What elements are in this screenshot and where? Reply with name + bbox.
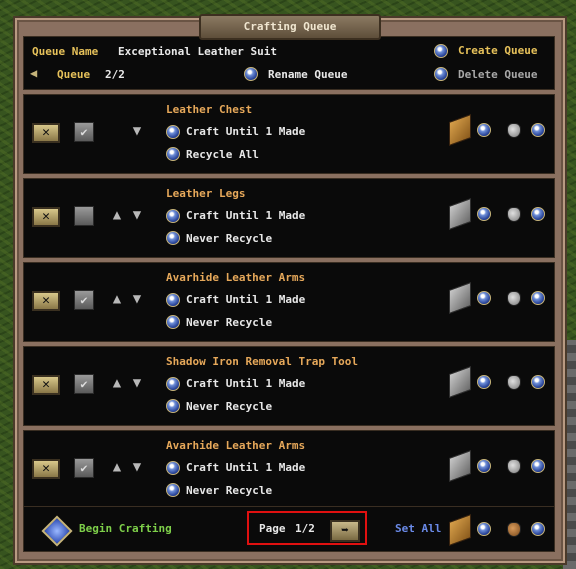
material-select-gem-icon[interactable] — [477, 123, 491, 137]
craft-mode-label[interactable]: Craft Until 1 Made — [186, 293, 305, 306]
material-box-icon — [449, 281, 471, 315]
enable-item-checkbox[interactable]: ✔ — [74, 122, 94, 142]
material-box-icon — [449, 113, 471, 147]
set-all-resource-gem-icon[interactable] — [531, 522, 545, 536]
recycle-mode-gem-icon[interactable] — [166, 483, 180, 497]
move-down-arrow-icon[interactable]: ▼ — [128, 123, 146, 139]
queue-name-value: Exceptional Leather Suit — [118, 45, 277, 58]
queue-header: Queue Name Exceptional Leather Suit ◀ Qu… — [23, 36, 555, 90]
resource-select-gem-icon[interactable] — [531, 459, 545, 473]
enable-item-checkbox[interactable]: ✔ — [74, 374, 94, 394]
craft-mode-gem-icon[interactable] — [166, 377, 180, 391]
queue-name-label: Queue Name — [32, 45, 99, 58]
enable-item-checkbox[interactable] — [74, 206, 94, 226]
begin-crafting-button[interactable]: Begin Crafting — [79, 522, 172, 535]
queue-footer: Begin Crafting Page 1/2 ➥ Set All — [23, 506, 555, 552]
enable-item-checkbox[interactable]: ✔ — [74, 458, 94, 478]
move-down-arrow-icon[interactable]: ▼ — [128, 459, 146, 475]
craft-mode-label[interactable]: Craft Until 1 Made — [186, 209, 305, 222]
resource-bag-icon — [507, 123, 521, 138]
move-up-arrow-icon[interactable]: ▲ — [108, 459, 126, 475]
recycle-mode-label[interactable]: Never Recycle — [186, 232, 272, 245]
material-box-icon — [449, 449, 471, 483]
resource-select-gem-icon[interactable] — [531, 207, 545, 221]
set-all-resource-bag-icon — [507, 522, 521, 537]
material-box-icon — [449, 365, 471, 399]
resource-bag-icon — [507, 207, 521, 222]
page-value: 1/2 — [295, 522, 315, 535]
move-up-arrow-icon[interactable]: ▲ — [108, 291, 126, 307]
remove-item-button[interactable]: ✕ — [32, 123, 60, 143]
craft-mode-label[interactable]: Craft Until 1 Made — [186, 125, 305, 138]
queue-row: ✕ ✔ ▲ ▼ Avarhide Leather Arms Craft Unti… — [23, 262, 555, 342]
remove-item-button[interactable]: ✕ — [32, 375, 60, 395]
move-up-arrow-icon[interactable]: ▲ — [108, 375, 126, 391]
material-select-gem-icon[interactable] — [477, 375, 491, 389]
set-all-label: Set All — [395, 522, 442, 535]
queue-prev-icon[interactable]: ◀ — [30, 67, 44, 79]
set-all-material-gem-icon[interactable] — [477, 522, 491, 536]
recycle-mode-gem-icon[interactable] — [166, 315, 180, 329]
item-title: Avarhide Leather Arms — [166, 271, 306, 284]
material-select-gem-icon[interactable] — [477, 459, 491, 473]
craft-mode-label[interactable]: Craft Until 1 Made — [186, 377, 305, 390]
recycle-mode-label[interactable]: Never Recycle — [186, 316, 272, 329]
rename-queue-button[interactable]: Rename Queue — [268, 68, 347, 81]
remove-item-button[interactable]: ✕ — [32, 207, 60, 227]
material-box-icon — [449, 197, 471, 231]
item-title: Shadow Iron Removal Trap Tool — [166, 355, 359, 368]
remove-item-button[interactable]: ✕ — [32, 459, 60, 479]
item-title: Avarhide Leather Arms — [166, 439, 306, 452]
resource-select-gem-icon[interactable] — [531, 291, 545, 305]
material-select-gem-icon[interactable] — [477, 291, 491, 305]
resource-bag-icon — [507, 375, 521, 390]
create-queue-button[interactable]: Create Queue — [458, 44, 537, 57]
set-all-material-box-icon — [449, 513, 471, 547]
recycle-mode-label[interactable]: Never Recycle — [186, 400, 272, 413]
item-title: Leather Chest — [166, 103, 253, 116]
craft-mode-gem-icon[interactable] — [166, 293, 180, 307]
rename-queue-gem-icon[interactable] — [244, 67, 258, 81]
recycle-mode-label[interactable]: Never Recycle — [186, 484, 272, 497]
move-down-arrow-icon[interactable]: ▼ — [128, 291, 146, 307]
resource-select-gem-icon[interactable] — [531, 123, 545, 137]
recycle-mode-gem-icon[interactable] — [166, 399, 180, 413]
craft-mode-gem-icon[interactable] — [166, 209, 180, 223]
queue-row: ✕ ✔ ▲ ▼ Shadow Iron Removal Trap Tool Cr… — [23, 346, 555, 426]
recycle-mode-gem-icon[interactable] — [166, 147, 180, 161]
queue-value: 2/2 — [105, 68, 125, 81]
item-title: Leather Legs — [166, 187, 246, 200]
move-up-arrow-icon[interactable]: ▲ — [108, 207, 126, 223]
recycle-mode-gem-icon[interactable] — [166, 231, 180, 245]
craft-mode-gem-icon[interactable] — [166, 125, 180, 139]
delete-queue-gem-icon[interactable] — [434, 67, 448, 81]
begin-crafting-icon[interactable] — [41, 515, 73, 547]
remove-item-button[interactable]: ✕ — [32, 291, 60, 311]
resource-select-gem-icon[interactable] — [531, 375, 545, 389]
queue-row: ✕ ✔ ▼ Leather Chest Craft Until 1 Made R… — [23, 94, 555, 174]
window-title: Crafting Queue — [199, 14, 381, 40]
craft-mode-gem-icon[interactable] — [166, 461, 180, 475]
queue-row: ✕ ▲ ▼ Leather Legs Craft Until 1 Made Ne… — [23, 178, 555, 258]
page-label: Page — [259, 522, 286, 535]
move-down-arrow-icon[interactable]: ▼ — [128, 207, 146, 223]
resource-bag-icon — [507, 459, 521, 474]
material-select-gem-icon[interactable] — [477, 207, 491, 221]
move-down-arrow-icon[interactable]: ▼ — [128, 375, 146, 391]
create-queue-gem-icon[interactable] — [434, 44, 448, 58]
recycle-mode-label[interactable]: Recycle All — [186, 148, 259, 161]
enable-item-checkbox[interactable]: ✔ — [74, 290, 94, 310]
delete-queue-button[interactable]: Delete Queue — [458, 68, 537, 81]
resource-bag-icon — [507, 291, 521, 306]
queue-row: ✕ ✔ ▲ ▼ Avarhide Leather Arms Craft Unti… — [23, 430, 555, 510]
next-page-arrow-icon[interactable]: ➥ — [330, 520, 360, 542]
queue-label: Queue — [57, 68, 91, 81]
craft-mode-label[interactable]: Craft Until 1 Made — [186, 461, 305, 474]
